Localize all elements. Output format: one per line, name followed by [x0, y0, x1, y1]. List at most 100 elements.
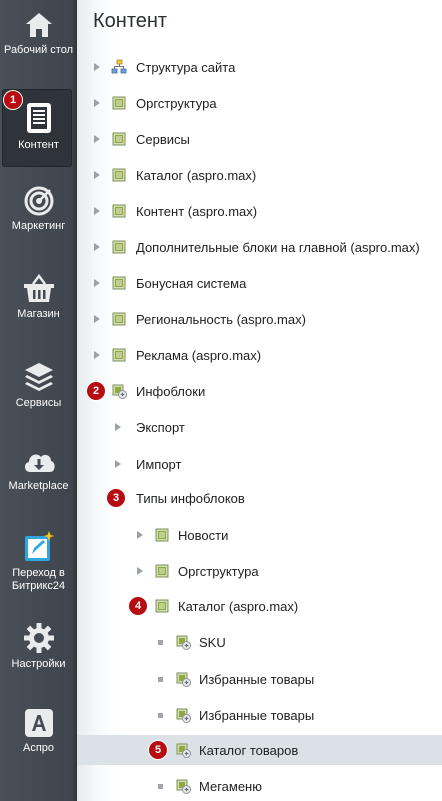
- tree-item[interactable]: Оргструктура: [77, 88, 442, 118]
- folder-icon: [111, 203, 127, 219]
- tree-item-label[interactable]: Бонусная система: [136, 276, 246, 291]
- tree-item-label[interactable]: Сервисы: [136, 132, 190, 147]
- expand-arrow-icon[interactable]: [137, 567, 143, 575]
- tree-item-label[interactable]: Каталог (aspro.max): [136, 168, 256, 183]
- tree-item-label[interactable]: Типы инфоблоков: [136, 491, 245, 506]
- sidebar-item-label: Аспро: [22, 742, 55, 754]
- infoblock-icon: [175, 634, 191, 650]
- tree-item-label[interactable]: Экспорт: [136, 420, 185, 435]
- tree-item[interactable]: Избранные товары: [77, 700, 442, 730]
- tree-item[interactable]: Бонусная система: [77, 268, 442, 298]
- home-icon: [25, 13, 52, 37]
- tree-item[interactable]: Структура сайта: [77, 52, 442, 82]
- tree-item-label[interactable]: Импорт: [136, 457, 181, 472]
- sidebar-item-label: Маркетинг: [11, 220, 66, 232]
- tree-item-label[interactable]: Избранные товары: [199, 708, 314, 723]
- tree-item[interactable]: Экспорт: [77, 412, 442, 442]
- sidebar-item-shop[interactable]: Магазин: [0, 274, 77, 321]
- infoblock-icon: [175, 707, 191, 723]
- tree-item[interactable]: Новости: [77, 520, 442, 550]
- step-badge-1: 1: [4, 91, 22, 109]
- tree-item[interactable]: Сервисы: [77, 124, 442, 154]
- tree-item-label[interactable]: Каталог товаров: [199, 743, 298, 758]
- sidebar-item-label: Настройки: [11, 658, 66, 670]
- admin-sidebar: Рабочий стол Контент 1 Маркетинг Магазин…: [0, 0, 77, 801]
- expand-arrow-icon[interactable]: [137, 531, 143, 539]
- infoblock-icon: [175, 742, 191, 758]
- sidebar-item-desktop[interactable]: Рабочий стол: [0, 10, 77, 57]
- tree-item[interactable]: Реклама (aspro.max): [77, 340, 442, 370]
- tree-item[interactable]: Избранные товары: [77, 664, 442, 694]
- tree-item[interactable]: Контент (aspro.max): [77, 196, 442, 226]
- tree-item-label[interactable]: Контент (aspro.max): [136, 204, 257, 219]
- sitemap-icon: [111, 59, 127, 75]
- tree-item[interactable]: Дополнительные блоки на главной (aspro.m…: [77, 232, 442, 262]
- tree-item[interactable]: 4 Каталог (aspro.max): [77, 591, 442, 621]
- expand-arrow-icon[interactable]: [94, 315, 100, 323]
- leaf-bullet-icon: [158, 713, 163, 718]
- tree-item[interactable]: Региональность (aspro.max): [77, 304, 442, 334]
- infoblock-icon: [175, 778, 191, 794]
- tree-item-label[interactable]: Оргструктура: [178, 564, 259, 579]
- sidebar-item-settings[interactable]: Настройки: [0, 622, 77, 671]
- folder-icon: [111, 167, 127, 183]
- tree-item[interactable]: Каталог (aspro.max): [77, 160, 442, 190]
- leaf-bullet-icon: [158, 784, 163, 789]
- gear-icon: [23, 623, 54, 653]
- expand-arrow-icon[interactable]: [94, 351, 100, 359]
- cloud-download-icon: [24, 454, 55, 472]
- expand-arrow-icon[interactable]: [94, 243, 100, 251]
- tree-item[interactable]: 3 Типы инфоблоков: [77, 483, 442, 513]
- expand-arrow-icon[interactable]: [115, 423, 121, 431]
- document-icon: [26, 103, 51, 133]
- content-panel: Контент Структура сайта Оргструктура Серви…: [77, 0, 442, 801]
- sidebar-item-bitrix24[interactable]: Переход в Битрикс24: [0, 530, 77, 593]
- expand-arrow-icon[interactable]: [94, 135, 100, 143]
- step-badge-3: 3: [107, 489, 125, 507]
- page-title: Контент: [93, 10, 168, 32]
- folder-icon: [111, 95, 127, 111]
- leaf-bullet-icon: [158, 640, 163, 645]
- sidebar-item-aspro[interactable]: Аспро: [0, 708, 77, 755]
- step-badge-5: 5: [149, 741, 167, 759]
- tree-item-label[interactable]: Избранные товары: [199, 672, 314, 687]
- tree-item-label[interactable]: Инфоблоки: [136, 384, 205, 399]
- folder-icon: [154, 598, 170, 614]
- sidebar-item-marketing[interactable]: Маркетинг: [0, 186, 77, 233]
- tree-item-label[interactable]: Дополнительные блоки на главной (aspro.m…: [136, 240, 420, 255]
- infoblock-icon: [111, 383, 127, 399]
- target-icon: [24, 186, 53, 216]
- sidebar-item-services[interactable]: Сервисы: [0, 361, 77, 410]
- expand-arrow-icon[interactable]: [94, 279, 100, 287]
- tree-item[interactable]: Импорт: [77, 449, 442, 479]
- tree-item[interactable]: SKU: [77, 627, 442, 657]
- tree-item[interactable]: Мегаменю: [77, 771, 442, 801]
- tree-item-label[interactable]: Реклама (aspro.max): [136, 348, 261, 363]
- tree-item-label[interactable]: Структура сайта: [136, 60, 235, 75]
- tree-item-label[interactable]: SKU: [199, 635, 226, 650]
- tree-item[interactable]: Оргструктура: [77, 556, 442, 586]
- sidebar-item-marketplace[interactable]: Marketplace: [0, 448, 77, 493]
- expand-arrow-icon[interactable]: [94, 99, 100, 107]
- expand-arrow-icon[interactable]: [94, 63, 100, 71]
- folder-icon: [111, 131, 127, 147]
- tree-item-label[interactable]: Региональность (aspro.max): [136, 312, 306, 327]
- folder-icon: [111, 311, 127, 327]
- basket-icon: [23, 274, 54, 302]
- sidebar-item-label: Переход в Битрикс24: [11, 567, 66, 592]
- leaf-bullet-icon: [158, 677, 163, 682]
- tree-item-label[interactable]: Каталог (aspro.max): [178, 599, 298, 614]
- tree-item-selected[interactable]: 5 Каталог товаров: [77, 735, 442, 765]
- expand-arrow-icon[interactable]: [115, 460, 121, 468]
- expand-arrow-icon[interactable]: [94, 171, 100, 179]
- tree-item[interactable]: 2 Инфоблоки: [77, 376, 442, 406]
- sidebar-item-label: Рабочий стол: [3, 44, 74, 56]
- tree-item-label[interactable]: Новости: [178, 528, 228, 543]
- expand-arrow-icon[interactable]: [94, 207, 100, 215]
- folder-icon: [154, 527, 170, 543]
- tree-item-label[interactable]: Мегаменю: [199, 779, 262, 794]
- sidebar-item-label: Marketplace: [8, 480, 69, 492]
- folder-icon: [154, 563, 170, 579]
- tree-item-label[interactable]: Оргструктура: [136, 96, 217, 111]
- layers-icon: [24, 363, 53, 391]
